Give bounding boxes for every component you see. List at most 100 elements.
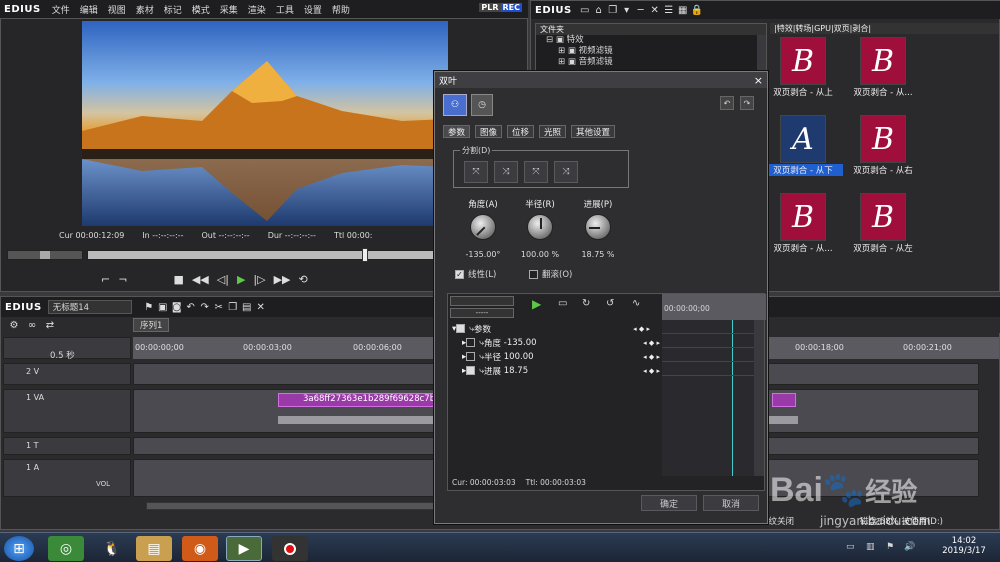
fast-forward-icon[interactable]: ▶▶: [274, 273, 291, 286]
save-icon[interactable]: ▣: [156, 300, 170, 314]
rec-toggle[interactable]: REC: [500, 3, 522, 12]
delete-clip-icon[interactable]: ✕: [254, 300, 268, 314]
split-mode-2-icon[interactable]: ⤨: [494, 161, 518, 183]
keyframe-ruler[interactable]: 00:00:00;00: [662, 294, 766, 320]
step-forward-icon[interactable]: |▷: [253, 273, 265, 286]
edius-taskbar-icon[interactable]: ▶: [226, 536, 262, 561]
menu-edit[interactable]: 编辑: [75, 3, 103, 16]
explorer-icon[interactable]: ▤: [136, 536, 172, 561]
tab-lighting[interactable]: 光照: [539, 125, 567, 138]
menu-help[interactable]: 帮助: [327, 3, 355, 16]
keyframe-lane[interactable]: [662, 320, 754, 476]
app-360-icon[interactable]: ◎: [48, 536, 84, 561]
param-row-radius[interactable]: ▸ ⤷ 半径 100.00 ◂ ◆ ▸: [462, 350, 660, 363]
menu-settings[interactable]: 设置: [299, 3, 327, 16]
reverse-checkbox[interactable]: 翻滚(O): [529, 268, 572, 280]
transition-thumb-3[interactable]: A: [780, 115, 826, 163]
position-slider[interactable]: [87, 248, 437, 262]
tray-volume-icon[interactable]: 🔊: [904, 542, 915, 552]
menu-capture[interactable]: 采集: [215, 3, 243, 16]
plr-toggle[interactable]: PLR: [479, 3, 501, 12]
angle-knob[interactable]: [470, 214, 496, 240]
undo-dialog-icon[interactable]: ↶: [720, 96, 734, 110]
keyframe-vscroll[interactable]: [754, 320, 764, 476]
menu-render[interactable]: 渲染: [243, 3, 271, 16]
cancel-button[interactable]: 取消: [703, 495, 759, 511]
linear-checkbox[interactable]: ✓ 线性(L): [455, 268, 496, 280]
transition-thumb-5[interactable]: B: [780, 193, 826, 241]
tab-other[interactable]: 其他设置: [571, 125, 616, 138]
transition-thumb-1[interactable]: B: [780, 37, 826, 85]
list-view-icon[interactable]: ☰: [662, 3, 676, 17]
tray-clock[interactable]: 14:02 2019/3/17: [936, 536, 992, 556]
menu-view[interactable]: 视图: [103, 3, 131, 16]
play-preview-icon[interactable]: ▶: [532, 297, 541, 311]
track-settings-icon[interactable]: ⚙: [7, 318, 21, 332]
split-mode-1-icon[interactable]: ⤧: [464, 161, 488, 183]
graph-icon[interactable]: ∿: [632, 298, 640, 309]
video-clip[interactable]: 3a68ff27363e1b289f69628c7b7f: [278, 393, 438, 407]
tray-flag-icon[interactable]: ⚑: [886, 542, 894, 552]
param-row-progress[interactable]: ▸ ⤷ 进展 18.75 ◂ ◆ ▸: [462, 364, 660, 377]
step-back-icon[interactable]: ◁|: [217, 273, 229, 286]
project-name-field[interactable]: 无标题14: [47, 300, 132, 314]
transition-thumb-2[interactable]: B: [860, 37, 906, 85]
video-clip-2[interactable]: [772, 393, 796, 407]
play-icon[interactable]: ▶: [237, 273, 245, 286]
copy-icon[interactable]: ❐: [606, 3, 620, 17]
dropdown-icon[interactable]: ▾: [620, 3, 634, 17]
transition-thumb-4[interactable]: B: [860, 115, 906, 163]
new-folder-icon[interactable]: ⌂: [592, 3, 606, 17]
keyframe-dropdown[interactable]: -----: [450, 308, 514, 318]
transition-thumb-6[interactable]: B: [860, 193, 906, 241]
effect-type-icon[interactable]: ⚇: [443, 94, 467, 116]
sequence-tab[interactable]: 序列1: [133, 318, 170, 332]
menu-marker[interactable]: 标记: [159, 3, 187, 16]
qq-icon[interactable]: 🐧: [94, 536, 130, 561]
set-in-icon[interactable]: ⌐: [101, 273, 110, 286]
tray-monitor-icon[interactable]: ▭: [846, 542, 855, 552]
menu-tools[interactable]: 工具: [271, 3, 299, 16]
param-row-angle[interactable]: ▸ ⤷ 角度 -135.00 ◂ ◆ ▸: [462, 336, 660, 349]
set-out-icon[interactable]: ¬: [118, 273, 127, 286]
firefox-icon[interactable]: ◉: [182, 536, 218, 561]
vol-label[interactable]: VOL: [96, 480, 110, 488]
position-handle[interactable]: [362, 248, 368, 262]
scissors-icon[interactable]: ✂: [212, 300, 226, 314]
tree-item-audio-filter[interactable]: ⊞ ▣ 音频滤镜: [546, 57, 766, 68]
ok-button[interactable]: 确定: [641, 495, 697, 511]
tree-item-effects[interactable]: ⊟ ▣ 特效: [546, 35, 766, 46]
param-row-params[interactable]: ▾ ⤷ 参数 ◂ ◆ ▸: [452, 322, 650, 335]
mode-icon[interactable]: ⚑: [142, 300, 156, 314]
tab-params[interactable]: 参数: [443, 125, 471, 138]
monitor-icon[interactable]: ▭: [558, 298, 567, 309]
split-mode-3-icon[interactable]: ⤧: [524, 161, 548, 183]
start-button[interactable]: ⊞: [4, 536, 34, 561]
stop-icon[interactable]: ■: [173, 273, 183, 286]
timer-icon[interactable]: ◷: [471, 94, 493, 116]
tab-position[interactable]: 位移: [507, 125, 535, 138]
undo-icon[interactable]: ↶: [184, 300, 198, 314]
delete-icon[interactable]: ✕: [648, 3, 662, 17]
cut-icon[interactable]: ─: [634, 3, 648, 17]
progress-knob[interactable]: [585, 214, 611, 240]
zoom-value[interactable]: 0.5 秒: [50, 349, 75, 361]
radius-knob[interactable]: [527, 214, 553, 240]
split-mode-4-icon[interactable]: ⤨: [554, 161, 578, 183]
folder-icon[interactable]: ▭: [578, 3, 592, 17]
rewind-preview-icon[interactable]: ↺: [606, 298, 614, 309]
redo-icon[interactable]: ↷: [198, 300, 212, 314]
loop-icon[interactable]: ⟲: [299, 273, 308, 286]
shuttle-slider[interactable]: [7, 250, 83, 260]
lock-icon[interactable]: 🔒: [690, 3, 704, 17]
keyframe-slider[interactable]: [450, 296, 514, 306]
link-icon[interactable]: ∞: [25, 318, 39, 332]
rewind-icon[interactable]: ◀◀: [192, 273, 209, 286]
camera-icon[interactable]: ◙: [170, 300, 184, 314]
tab-image[interactable]: 图像: [475, 125, 503, 138]
loop-preview-icon[interactable]: ↻: [582, 298, 590, 309]
menu-file[interactable]: 文件: [47, 3, 75, 16]
menu-clip[interactable]: 素材: [131, 3, 159, 16]
copy-clip-icon[interactable]: ❐: [226, 300, 240, 314]
close-icon[interactable]: ×: [754, 74, 763, 87]
